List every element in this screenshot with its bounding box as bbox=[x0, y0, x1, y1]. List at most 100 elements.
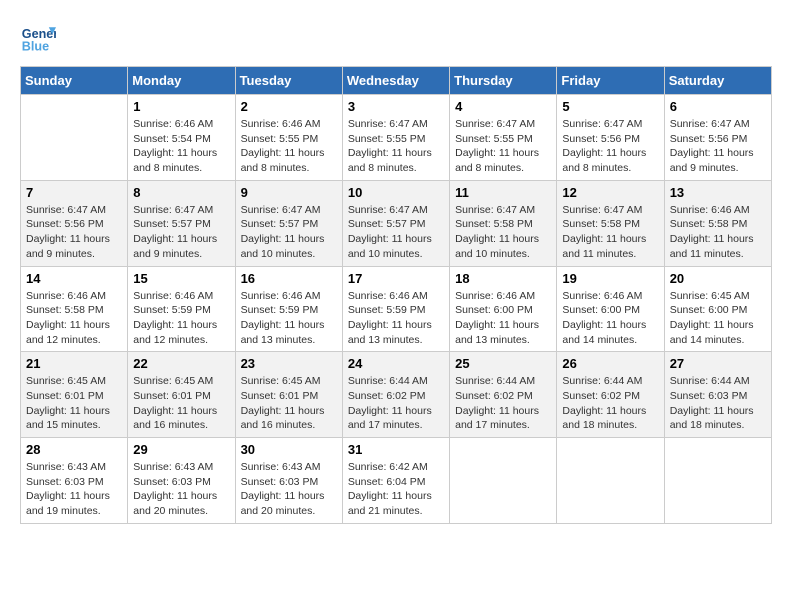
calendar-week-row: 21 Sunrise: 6:45 AM Sunset: 6:01 PM Dayli… bbox=[21, 352, 772, 438]
calendar-cell: 12 Sunrise: 6:47 AM Sunset: 5:58 PM Dayli… bbox=[557, 180, 664, 266]
day-number: 5 bbox=[562, 99, 658, 114]
weekday-header: Monday bbox=[128, 67, 235, 95]
day-number: 23 bbox=[241, 356, 337, 371]
day-info: Sunrise: 6:46 AM Sunset: 5:59 PM Dayligh… bbox=[133, 289, 229, 348]
calendar-cell: 27Sunrise: 6:44 AM Sunset: 6:03 PM Dayli… bbox=[664, 352, 771, 438]
day-info: Sunrise: 6:44 AM Sunset: 6:02 PM Dayligh… bbox=[562, 374, 658, 433]
day-number: 12 bbox=[562, 185, 658, 200]
day-info: Sunrise: 6:45 AM Sunset: 6:00 PM Dayligh… bbox=[670, 289, 766, 348]
calendar-week-row: 1 Sunrise: 6:46 AM Sunset: 5:54 PM Daylig… bbox=[21, 95, 772, 181]
logo-icon: General Blue bbox=[20, 20, 56, 56]
calendar-cell: 29 Sunrise: 6:43 AM Sunset: 6:03 PM Dayli… bbox=[128, 438, 235, 524]
day-number: 30 bbox=[241, 442, 337, 457]
day-info: Sunrise: 6:47 AM Sunset: 5:57 PM Dayligh… bbox=[133, 203, 229, 262]
day-info: Sunrise: 6:45 AM Sunset: 6:01 PM Dayligh… bbox=[241, 374, 337, 433]
day-info: Sunrise: 6:46 AM Sunset: 5:59 PM Dayligh… bbox=[348, 289, 444, 348]
calendar-cell: 10 Sunrise: 6:47 AM Sunset: 5:57 PM Dayli… bbox=[342, 180, 449, 266]
calendar-cell bbox=[450, 438, 557, 524]
day-number: 6 bbox=[670, 99, 766, 114]
day-info: Sunrise: 6:46 AM Sunset: 5:58 PM Dayligh… bbox=[670, 203, 766, 262]
day-number: 1 bbox=[133, 99, 229, 114]
calendar-cell: 20Sunrise: 6:45 AM Sunset: 6:00 PM Dayli… bbox=[664, 266, 771, 352]
calendar-cell: 26 Sunrise: 6:44 AM Sunset: 6:02 PM Dayli… bbox=[557, 352, 664, 438]
calendar-cell: 22 Sunrise: 6:45 AM Sunset: 6:01 PM Dayli… bbox=[128, 352, 235, 438]
day-info: Sunrise: 6:44 AM Sunset: 6:02 PM Dayligh… bbox=[455, 374, 551, 433]
weekday-header: Sunday bbox=[21, 67, 128, 95]
day-number: 8 bbox=[133, 185, 229, 200]
calendar-cell: 14Sunrise: 6:46 AM Sunset: 5:58 PM Dayli… bbox=[21, 266, 128, 352]
day-info: Sunrise: 6:46 AM Sunset: 5:58 PM Dayligh… bbox=[26, 289, 122, 348]
day-info: Sunrise: 6:46 AM Sunset: 6:00 PM Dayligh… bbox=[562, 289, 658, 348]
day-info: Sunrise: 6:43 AM Sunset: 6:03 PM Dayligh… bbox=[133, 460, 229, 519]
day-number: 2 bbox=[241, 99, 337, 114]
day-number: 4 bbox=[455, 99, 551, 114]
day-info: Sunrise: 6:44 AM Sunset: 6:02 PM Dayligh… bbox=[348, 374, 444, 433]
calendar-cell: 11 Sunrise: 6:47 AM Sunset: 5:58 PM Dayli… bbox=[450, 180, 557, 266]
day-number: 11 bbox=[455, 185, 551, 200]
calendar-cell: 6Sunrise: 6:47 AM Sunset: 5:56 PM Daylig… bbox=[664, 95, 771, 181]
weekday-header: Wednesday bbox=[342, 67, 449, 95]
calendar-cell: 7 Sunrise: 6:47 AM Sunset: 5:56 PM Daylig… bbox=[21, 180, 128, 266]
calendar-cell: 13 Sunrise: 6:46 AM Sunset: 5:58 PM Dayli… bbox=[664, 180, 771, 266]
day-number: 19 bbox=[562, 271, 658, 286]
day-info: Sunrise: 6:44 AM Sunset: 6:03 PM Dayligh… bbox=[670, 374, 766, 433]
day-number: 18 bbox=[455, 271, 551, 286]
weekday-header: Friday bbox=[557, 67, 664, 95]
day-info: Sunrise: 6:47 AM Sunset: 5:58 PM Dayligh… bbox=[562, 203, 658, 262]
calendar-cell: 21 Sunrise: 6:45 AM Sunset: 6:01 PM Dayli… bbox=[21, 352, 128, 438]
day-info: Sunrise: 6:47 AM Sunset: 5:57 PM Dayligh… bbox=[348, 203, 444, 262]
calendar-cell bbox=[557, 438, 664, 524]
calendar-cell: 19 Sunrise: 6:46 AM Sunset: 6:00 PM Dayli… bbox=[557, 266, 664, 352]
calendar-cell: 9 Sunrise: 6:47 AM Sunset: 5:57 PM Daylig… bbox=[235, 180, 342, 266]
calendar-week-row: 7 Sunrise: 6:47 AM Sunset: 5:56 PM Daylig… bbox=[21, 180, 772, 266]
day-number: 9 bbox=[241, 185, 337, 200]
day-info: Sunrise: 6:47 AM Sunset: 5:56 PM Dayligh… bbox=[562, 117, 658, 176]
calendar-cell: 28 Sunrise: 6:43 AM Sunset: 6:03 PM Dayli… bbox=[21, 438, 128, 524]
weekday-header: Saturday bbox=[664, 67, 771, 95]
calendar-cell: 16Sunrise: 6:46 AM Sunset: 5:59 PM Dayli… bbox=[235, 266, 342, 352]
calendar-cell: 2 Sunrise: 6:46 AM Sunset: 5:55 PM Daylig… bbox=[235, 95, 342, 181]
day-info: Sunrise: 6:47 AM Sunset: 5:55 PM Dayligh… bbox=[455, 117, 551, 176]
calendar-cell: 1 Sunrise: 6:46 AM Sunset: 5:54 PM Daylig… bbox=[128, 95, 235, 181]
day-number: 15 bbox=[133, 271, 229, 286]
day-info: Sunrise: 6:47 AM Sunset: 5:57 PM Dayligh… bbox=[241, 203, 337, 262]
day-info: Sunrise: 6:47 AM Sunset: 5:55 PM Dayligh… bbox=[348, 117, 444, 176]
calendar-cell: 5 Sunrise: 6:47 AM Sunset: 5:56 PM Daylig… bbox=[557, 95, 664, 181]
day-number: 26 bbox=[562, 356, 658, 371]
day-number: 7 bbox=[26, 185, 122, 200]
page-header: General Blue bbox=[20, 20, 772, 56]
day-number: 10 bbox=[348, 185, 444, 200]
calendar-cell: 25 Sunrise: 6:44 AM Sunset: 6:02 PM Dayli… bbox=[450, 352, 557, 438]
day-info: Sunrise: 6:45 AM Sunset: 6:01 PM Dayligh… bbox=[26, 374, 122, 433]
day-info: Sunrise: 6:47 AM Sunset: 5:56 PM Dayligh… bbox=[26, 203, 122, 262]
day-info: Sunrise: 6:47 AM Sunset: 5:58 PM Dayligh… bbox=[455, 203, 551, 262]
calendar-cell bbox=[21, 95, 128, 181]
day-number: 31 bbox=[348, 442, 444, 457]
weekday-header: Tuesday bbox=[235, 67, 342, 95]
calendar-cell: 18Sunrise: 6:46 AM Sunset: 6:00 PM Dayli… bbox=[450, 266, 557, 352]
calendar-cell: 23 Sunrise: 6:45 AM Sunset: 6:01 PM Dayli… bbox=[235, 352, 342, 438]
calendar-cell: 31Sunrise: 6:42 AM Sunset: 6:04 PM Dayli… bbox=[342, 438, 449, 524]
svg-text:Blue: Blue bbox=[22, 40, 49, 54]
calendar-week-row: 28 Sunrise: 6:43 AM Sunset: 6:03 PM Dayli… bbox=[21, 438, 772, 524]
day-info: Sunrise: 6:45 AM Sunset: 6:01 PM Dayligh… bbox=[133, 374, 229, 433]
day-number: 25 bbox=[455, 356, 551, 371]
calendar-week-row: 14Sunrise: 6:46 AM Sunset: 5:58 PM Dayli… bbox=[21, 266, 772, 352]
day-number: 3 bbox=[348, 99, 444, 114]
calendar-cell: 15 Sunrise: 6:46 AM Sunset: 5:59 PM Dayli… bbox=[128, 266, 235, 352]
day-info: Sunrise: 6:43 AM Sunset: 6:03 PM Dayligh… bbox=[26, 460, 122, 519]
day-number: 13 bbox=[670, 185, 766, 200]
day-number: 28 bbox=[26, 442, 122, 457]
day-number: 29 bbox=[133, 442, 229, 457]
calendar-cell bbox=[664, 438, 771, 524]
weekday-header: Thursday bbox=[450, 67, 557, 95]
day-number: 21 bbox=[26, 356, 122, 371]
day-number: 22 bbox=[133, 356, 229, 371]
logo: General Blue bbox=[20, 20, 60, 56]
calendar-cell: 17Sunrise: 6:46 AM Sunset: 5:59 PM Dayli… bbox=[342, 266, 449, 352]
day-info: Sunrise: 6:46 AM Sunset: 5:54 PM Dayligh… bbox=[133, 117, 229, 176]
calendar-table: SundayMondayTuesdayWednesdayThursdayFrid… bbox=[20, 66, 772, 524]
calendar-cell: 8 Sunrise: 6:47 AM Sunset: 5:57 PM Daylig… bbox=[128, 180, 235, 266]
day-info: Sunrise: 6:46 AM Sunset: 5:55 PM Dayligh… bbox=[241, 117, 337, 176]
calendar-header: SundayMondayTuesdayWednesdayThursdayFrid… bbox=[21, 67, 772, 95]
